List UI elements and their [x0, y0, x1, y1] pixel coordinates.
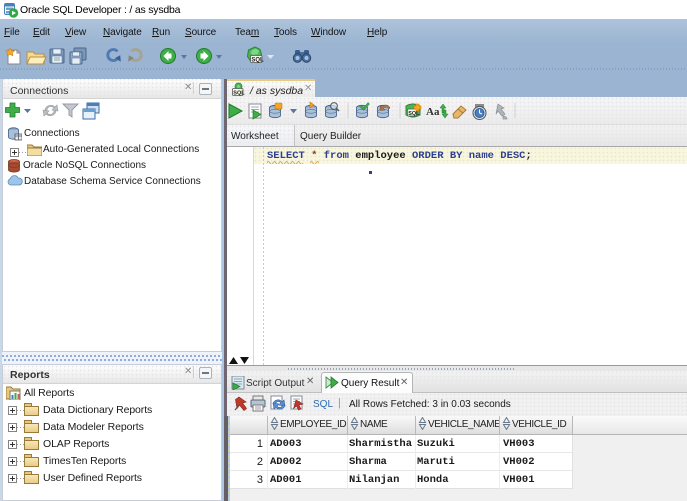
svg-text:Aa: Aa [426, 106, 440, 118]
svg-text:SQL: SQL [408, 111, 420, 117]
svg-text:SQL: SQL [251, 58, 264, 64]
svg-text:SQL: SQL [233, 91, 245, 96]
